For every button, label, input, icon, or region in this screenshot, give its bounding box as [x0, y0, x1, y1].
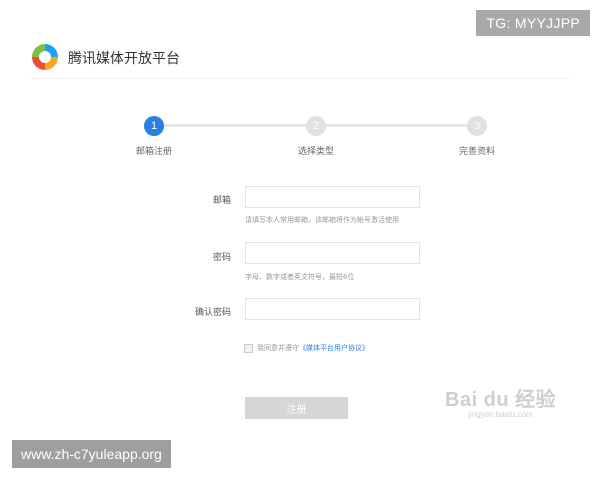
step-3-circle: 3 [467, 116, 487, 136]
password-label: 密码 [212, 253, 231, 263]
step-1-circle: 1 [144, 116, 164, 136]
email-label: 邮箱 [212, 196, 231, 206]
step-2-circle: 2 [306, 116, 326, 136]
password-hint: 字母、数字或者英文符号，最短6位 [245, 273, 355, 281]
email-hint: 请填写本人常用邮箱，该邮箱将作为帐号激活使用 [245, 216, 399, 224]
agree-checkbox[interactable] [244, 343, 253, 353]
baidu-watermark: Bai du 经验 jingyan.baidu.com [445, 383, 556, 419]
register-button[interactable]: 注册 [245, 397, 348, 419]
step-3-label: 完善资料 [458, 147, 496, 157]
agreement-row: 我同意并遵守 《媒体平台用户协议》 [244, 343, 369, 353]
step-2-label: 选择类型 [297, 147, 335, 157]
footer-url-banner: www.zh-c7yuleapp.org [12, 440, 171, 468]
email-input[interactable] [245, 186, 420, 208]
confirm-password-label: 确认密码 [194, 308, 231, 318]
user-agreement-link[interactable]: 《媒体平台用户协议》 [299, 343, 369, 353]
agree-text: 我同意并遵守 [257, 344, 299, 352]
watermark-main: Bai du 经验 [445, 389, 557, 411]
step-1-label: 邮箱注册 [135, 147, 173, 157]
password-input[interactable] [245, 242, 420, 264]
registration-steps: 1 邮箱注册 2 选择类型 3 完善资料 [0, 0, 600, 160]
confirm-password-input[interactable] [245, 298, 420, 320]
